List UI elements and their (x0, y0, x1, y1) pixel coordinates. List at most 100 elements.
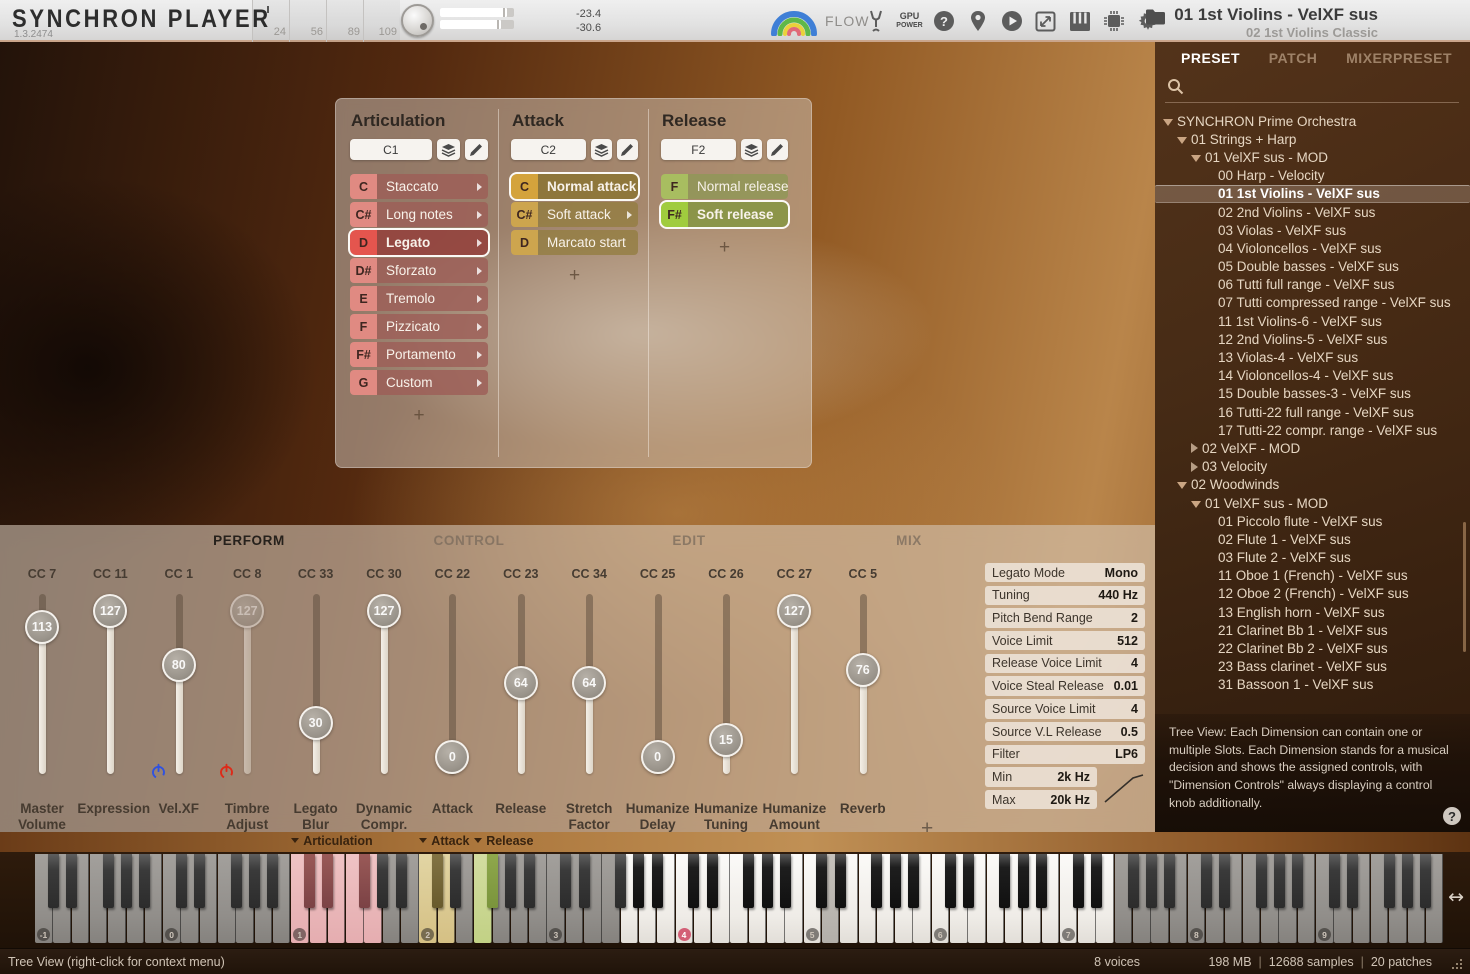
black-key[interactable] (945, 854, 956, 908)
tab-control[interactable]: CONTROL (359, 533, 579, 548)
black-key[interactable] (487, 854, 498, 908)
tree-item[interactable]: 11 1st Violins-6 - VelXF sus (1155, 312, 1470, 330)
black-key[interactable] (743, 854, 754, 908)
black-key[interactable] (249, 854, 260, 908)
tree-item[interactable]: 06 Tutti full range - VelXF sus (1155, 276, 1470, 294)
slider-track-fill[interactable] (244, 608, 251, 774)
param-row-voice-steal-release[interactable]: Voice Steal Release0.01 (985, 676, 1145, 695)
tree-expand-arrow[interactable] (1191, 443, 1198, 453)
loaded-preset-header[interactable]: 01 1st Violins - VelXF sus 02 1st Violin… (1145, 5, 1378, 41)
black-key[interactable] (1420, 854, 1431, 908)
black-key[interactable] (231, 854, 242, 908)
black-key[interactable] (1091, 854, 1102, 908)
slider-knob[interactable]: 0 (641, 740, 675, 774)
slider-knob[interactable]: 30 (299, 706, 333, 740)
slider-knob[interactable]: 127 (93, 594, 127, 628)
param-row-min[interactable]: Min2k Hz (985, 767, 1097, 786)
black-key[interactable] (1274, 854, 1285, 908)
edit-pencil-icon[interactable] (767, 139, 788, 160)
tree-item[interactable]: 16 Tutti-22 full range - VelXF sus (1155, 403, 1470, 421)
black-key[interactable] (1201, 854, 1212, 908)
keyswitch-slot-soft-release[interactable]: F#Soft release (661, 202, 788, 227)
tree-item[interactable]: 01 VelXF sus - MOD (1155, 148, 1470, 166)
search-icon[interactable] (1167, 78, 1184, 100)
black-key[interactable] (688, 854, 699, 908)
param-row-voice-limit[interactable]: Voice Limit512 (985, 631, 1145, 650)
param-row-source-v-l-release[interactable]: Source V.L Release0.5 (985, 722, 1145, 741)
edit-pencil-icon[interactable] (465, 139, 488, 160)
black-key[interactable] (505, 854, 516, 908)
play-icon[interactable] (1000, 10, 1023, 33)
slider-knob[interactable]: 64 (504, 666, 538, 700)
keyboard-view-icon[interactable] (1068, 10, 1091, 33)
edit-pencil-icon[interactable] (617, 139, 638, 160)
black-key[interactable] (359, 854, 370, 908)
add-slot-button[interactable]: + (661, 239, 788, 257)
tree-expand-arrow[interactable] (1191, 501, 1201, 508)
tab-mix[interactable]: MIX (799, 533, 1019, 548)
velocity-crossfade-display[interactable]: 24 56 89 109 (252, 0, 400, 42)
black-key[interactable] (633, 854, 644, 908)
black-key[interactable] (579, 854, 590, 908)
tree-item[interactable]: 00 Harp - Velocity (1155, 167, 1470, 185)
octave-key-selector[interactable]: C2 (511, 139, 586, 160)
black-key[interactable] (377, 854, 388, 908)
tab-edit[interactable]: EDIT (579, 533, 799, 548)
tree-item[interactable]: 02 VelXF - MOD (1155, 439, 1470, 457)
octave-key-selector[interactable]: F2 (661, 139, 736, 160)
keyswitch-slot-portamento[interactable]: F#Portamento (350, 342, 488, 367)
tab-preset[interactable]: PRESET (1181, 50, 1240, 66)
black-key[interactable] (835, 854, 846, 908)
keyswitch-slot-pizzicato[interactable]: FPizzicato (350, 314, 488, 339)
param-row-pitch-bend-range[interactable]: Pitch Bend Range2 (985, 608, 1145, 627)
tree-item[interactable]: 02 Woodwinds (1155, 476, 1470, 494)
black-key[interactable] (1347, 854, 1358, 908)
black-key[interactable] (1146, 854, 1157, 908)
black-key[interactable] (432, 854, 443, 908)
slider-knob[interactable]: 76 (846, 653, 880, 687)
black-key[interactable] (524, 854, 535, 908)
tree-item[interactable]: 01 Piccolo flute - VelXF sus (1155, 512, 1470, 530)
piano-keyboard[interactable]: -10123456789 (35, 854, 1447, 944)
param-row-filter[interactable]: FilterLP6 (985, 745, 1145, 764)
layers-icon[interactable] (741, 139, 762, 160)
tree-expand-arrow[interactable] (1163, 119, 1173, 126)
tree-expand-arrow[interactable] (1191, 462, 1198, 472)
tree-item[interactable]: 31 Bassoon 1 - VelXF sus (1155, 676, 1470, 694)
tab-mixerpreset[interactable]: MIXERPRESET (1346, 50, 1452, 66)
param-row-max[interactable]: Max20k Hz (985, 790, 1097, 809)
param-row-legato-mode[interactable]: Legato ModeMono (985, 563, 1145, 582)
black-key[interactable] (1219, 854, 1230, 908)
tab-patch[interactable]: PATCH (1269, 50, 1318, 66)
locate-pin-icon[interactable] (966, 10, 989, 33)
param-row-release-voice-limit[interactable]: Release Voice Limit4 (985, 654, 1145, 673)
black-key[interactable] (1384, 854, 1395, 908)
tree-item[interactable]: SYNCHRON Prime Orchestra (1155, 112, 1470, 130)
slider-knob[interactable]: 15 (709, 723, 743, 757)
tree-item[interactable]: 13 Violas-4 - VelXF sus (1155, 348, 1470, 366)
black-key[interactable] (139, 854, 150, 908)
tree-item[interactable]: 05 Double basses - VelXF sus (1155, 258, 1470, 276)
tree-item[interactable]: 01 VelXF sus - MOD (1155, 494, 1470, 512)
black-key[interactable] (1128, 854, 1139, 908)
tuning-fork-icon[interactable] (864, 10, 887, 33)
tree-scrollbar[interactable] (1463, 522, 1466, 652)
param-row-tuning[interactable]: Tuning440 Hz (985, 586, 1145, 605)
keyswitch-slot-tremolo[interactable]: ETremolo (350, 286, 488, 311)
black-key[interactable] (48, 854, 59, 908)
help-icon[interactable]: ? (932, 10, 955, 33)
black-key[interactable] (816, 854, 827, 908)
black-key[interactable] (1329, 854, 1340, 908)
tree-item[interactable]: 14 Violoncellos-4 - VelXF sus (1155, 367, 1470, 385)
slider-track[interactable] (655, 594, 662, 757)
range-label-attack[interactable]: Attack (419, 834, 469, 848)
slider-knob[interactable]: 127 (230, 594, 264, 628)
black-key[interactable] (908, 854, 919, 908)
tree-expand-arrow[interactable] (1191, 155, 1201, 162)
gpu-power-icon[interactable]: GPUPOWER (898, 10, 921, 33)
slider-knob[interactable]: 0 (435, 740, 469, 774)
black-key[interactable] (762, 854, 773, 908)
range-label-release[interactable]: Release (474, 834, 533, 848)
tree-item[interactable]: 01 Strings + Harp (1155, 130, 1470, 148)
slider-knob[interactable]: 127 (777, 594, 811, 628)
